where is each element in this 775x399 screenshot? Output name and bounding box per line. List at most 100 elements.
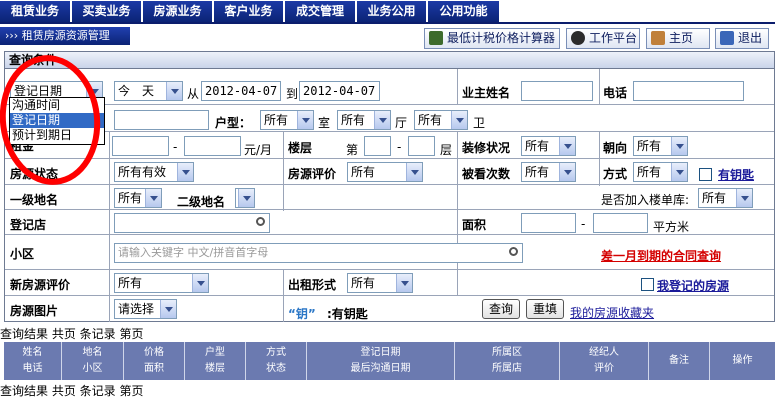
nav-sales[interactable]: 买卖业务 (72, 1, 142, 22)
favorites-link[interactable]: 我的房源收藏夹 (570, 304, 654, 321)
area-level2-select[interactable] (235, 188, 255, 208)
size-max-input[interactable] (593, 213, 648, 233)
area-level1-label: 一级地名 (10, 193, 59, 207)
phone-label: 电话 (603, 86, 628, 100)
building-list-label: 是否加入楼单库: (601, 193, 690, 207)
expiring-contract-link[interactable]: 差一月到期的合同查询 (601, 247, 721, 264)
viewed-count-label: 被看次数 (462, 167, 511, 181)
nav-customers[interactable]: 客户业务 (214, 1, 284, 22)
query-button[interactable]: 查询 (482, 299, 520, 319)
col-line-4 (457, 132, 458, 211)
rent-type-select[interactable]: 所有 (347, 273, 413, 293)
decoration-label: 装修状况 (462, 141, 511, 155)
col-line-9 (457, 270, 458, 296)
user-icon (571, 31, 585, 45)
rent-max-input[interactable] (184, 136, 241, 156)
floor-max-input[interactable] (408, 136, 435, 156)
chevron-down-icon (297, 111, 313, 129)
chevron-down-icon (192, 274, 208, 292)
col-line-10 (283, 296, 284, 322)
chevron-down-icon (406, 163, 422, 181)
rating-select[interactable]: 所有 (347, 162, 423, 182)
my-listings-link[interactable]: 我登记的房源 (657, 277, 729, 294)
room-select[interactable]: 所有 (260, 110, 314, 130)
col-line-1 (109, 132, 110, 322)
community-label: 小区 (10, 247, 35, 261)
has-key-checkbox[interactable] (699, 168, 712, 181)
reset-button[interactable]: 重填 (526, 299, 564, 319)
floor-label: 楼层 (288, 141, 313, 155)
nav-listings[interactable]: 房源业务 (143, 1, 213, 22)
rent-unit: 元/月 (244, 143, 273, 157)
owner-name-input[interactable] (521, 81, 593, 101)
chevron-down-icon (238, 189, 254, 207)
results-summary-top: 查询结果 共页 条记录 第页 (0, 327, 144, 341)
chevron-down-icon (451, 111, 467, 129)
to-label: 到 (286, 87, 299, 101)
chevron-down-icon (396, 274, 412, 292)
exit-icon (720, 31, 734, 45)
col-line-6 (599, 132, 600, 186)
bath-unit: 卫 (473, 116, 486, 130)
hall-unit: 厅 (395, 116, 408, 130)
from-date-input[interactable]: 2012-04-07 (201, 81, 281, 101)
layout-label: 户型： (215, 116, 252, 130)
nav-deals[interactable]: 成交管理 (285, 1, 356, 22)
room-unit: 室 (318, 116, 331, 130)
area-level2-label: 二级地名 (177, 195, 226, 209)
bath-select[interactable]: 所有 (414, 110, 468, 130)
decoration-select[interactable]: 所有 (521, 136, 576, 156)
my-listings-checkbox[interactable] (641, 278, 654, 291)
has-key-link[interactable]: 有钥匙 (718, 166, 754, 183)
floor-prefix: 第 (346, 143, 359, 157)
chevron-down-icon (177, 163, 193, 181)
area-level1-select[interactable]: 所有 (114, 188, 162, 208)
method-select[interactable]: 所有 (633, 162, 688, 182)
orientation-select[interactable]: 所有 (633, 136, 688, 156)
home-button[interactable]: 主页 (646, 28, 710, 49)
chevron-down-icon (559, 137, 575, 155)
building-list-select[interactable]: 所有 (698, 188, 753, 208)
workbench-button[interactable]: 工作平台 (566, 28, 640, 49)
community-search-input[interactable]: 请输入关键字 中文/拼音首字母 (114, 243, 523, 263)
phone-input[interactable] (633, 81, 744, 101)
nav-common[interactable]: 业务公用 (357, 1, 427, 22)
col-dates: 登记日期 最后沟通日期 (307, 342, 455, 380)
rent-type-label: 出租形式 (288, 278, 337, 292)
results-table-header: 姓名 电话 地名 小区 价格 面积 户型 楼层 方式 状态 登记日期 最后沟通日期 所属区所… (4, 342, 775, 380)
rating-label: 房源评价 (288, 167, 337, 181)
viewed-count-select[interactable]: 所有 (521, 162, 576, 182)
floor-min-input[interactable] (364, 136, 391, 156)
key-hint-text: :有钥匙 (327, 307, 368, 321)
breadcrumb: ››› 租赁房源资源管理 (0, 27, 130, 45)
col-layout-floor: 户型 楼层 (185, 342, 246, 380)
date-range-select[interactable]: 今 天 (114, 81, 183, 101)
new-rating-select[interactable]: 所有 (114, 273, 209, 293)
col-remarks: 备注 (649, 342, 710, 380)
size-label: 面积 (462, 218, 487, 232)
to-date-input[interactable]: 2012-04-07 (299, 81, 380, 101)
col-line-5 (599, 69, 600, 105)
col-name-phone: 姓名 电话 (4, 342, 62, 380)
col-price-size: 价格 面积 (124, 342, 185, 380)
hall-select[interactable]: 所有 (337, 110, 391, 130)
photo-select[interactable]: 请选择 (114, 299, 177, 319)
nav-rental[interactable]: 租赁业务 (0, 1, 71, 22)
layout-keyword-input[interactable] (114, 110, 209, 130)
tax-calculator-button[interactable]: 最低计税价格计算器 (424, 28, 560, 49)
size-unit: 平方米 (653, 220, 690, 234)
chevron-down-icon (160, 300, 176, 318)
floor-dash: - (397, 140, 402, 154)
col-area-community: 地名 小区 (62, 342, 124, 380)
top-nav: 租赁业务 买卖业务 房源业务 客户业务 成交管理 业务公用 公用功能 (0, 0, 775, 24)
chevron-down-icon (145, 189, 161, 207)
home-icon (651, 31, 665, 45)
store-input[interactable] (114, 213, 270, 233)
rent-min-input[interactable] (112, 136, 169, 156)
photo-label: 房源图片 (10, 304, 59, 318)
size-min-input[interactable] (521, 213, 576, 233)
status-select[interactable]: 所有有效 (114, 162, 194, 182)
exit-button[interactable]: 退出 (715, 28, 769, 49)
nav-public[interactable]: 公用功能 (428, 1, 500, 22)
col-agent-rating: 经纪人 评价 (560, 342, 649, 380)
